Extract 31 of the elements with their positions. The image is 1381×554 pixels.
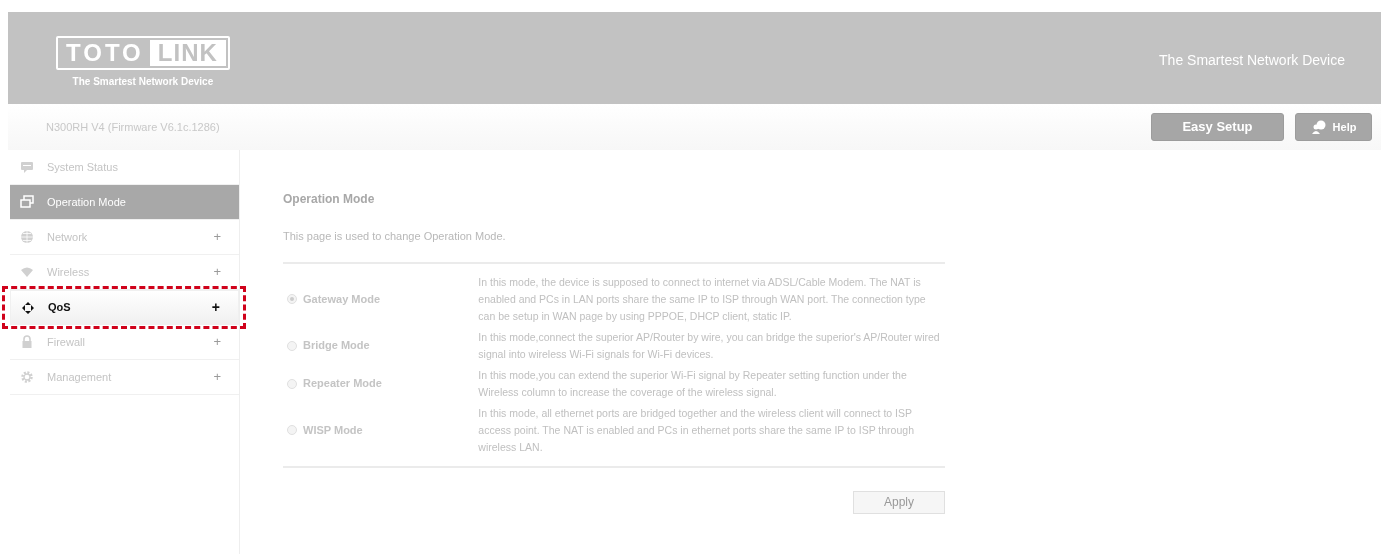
mode-radio[interactable]: Gateway Mode	[283, 290, 479, 308]
mode-description: In this mode, all ethernet ports are bridged together and the wireless client will connect to ISP access point. The NAT is enabled and PCs in ethernet ports share the same IP to ISP through wireless LAN.	[478, 405, 915, 455]
logo: TOTO LINK	[56, 36, 230, 70]
expand-toggle[interactable]: +	[211, 297, 220, 318]
gear-icon	[20, 370, 34, 384]
page-description: This page is used to change Operation Mode.	[283, 229, 507, 244]
chat-icon	[20, 160, 34, 174]
people-icon	[1310, 120, 1327, 134]
expand-toggle[interactable]: +	[213, 262, 221, 282]
lock-icon	[20, 335, 34, 349]
apply-button[interactable]: Apply	[853, 490, 945, 514]
mode-description: In this mode,connect the superior AP/Router by wire, you can bridge the superior's AP/Router wired signal into wireless Wi-Fi signals for Wi-Fi devices.	[478, 329, 941, 362]
windows-icon	[20, 195, 34, 209]
mode-radio[interactable]: WISP Mode	[283, 421, 479, 439]
logo-tagline: The Smartest Network Device	[72, 75, 214, 89]
wifi-icon	[20, 265, 34, 279]
mode-radio[interactable]: Bridge Mode	[283, 337, 479, 354]
header-slogan: The Smartest Network Device	[1159, 51, 1345, 70]
globe-icon	[20, 230, 34, 244]
mode-description: In this mode,you can extend the superior Wi-Fi signal by Repeater setting function under the Wireless column to increase the coverage of the wireless signal.	[478, 367, 908, 400]
mode-radio[interactable]: Repeater Mode	[283, 375, 479, 392]
help-button[interactable]: Help	[1295, 113, 1372, 141]
arrows-icon	[21, 300, 35, 315]
mode-description: In this mode, the device is supposed to connect to internet via ADSL/Cable Modem. The NAT is enabled and PCs in LAN ports share the same IP to ISP through WAN port. The connection type can be setup in WAN page by using PPPOE, DHCP client, static IP.	[478, 274, 927, 324]
sidebar-item[interactable]: QoS +	[10, 290, 239, 325]
sidebar-item[interactable]: Operation Mode	[10, 185, 239, 220]
expand-toggle[interactable]: +	[213, 227, 221, 247]
expand-toggle[interactable]: +	[213, 332, 221, 352]
expand-toggle[interactable]: +	[213, 367, 221, 387]
page-title: Operation Mode	[283, 191, 376, 208]
easy-setup-button[interactable]: Easy Setup	[1151, 113, 1284, 141]
